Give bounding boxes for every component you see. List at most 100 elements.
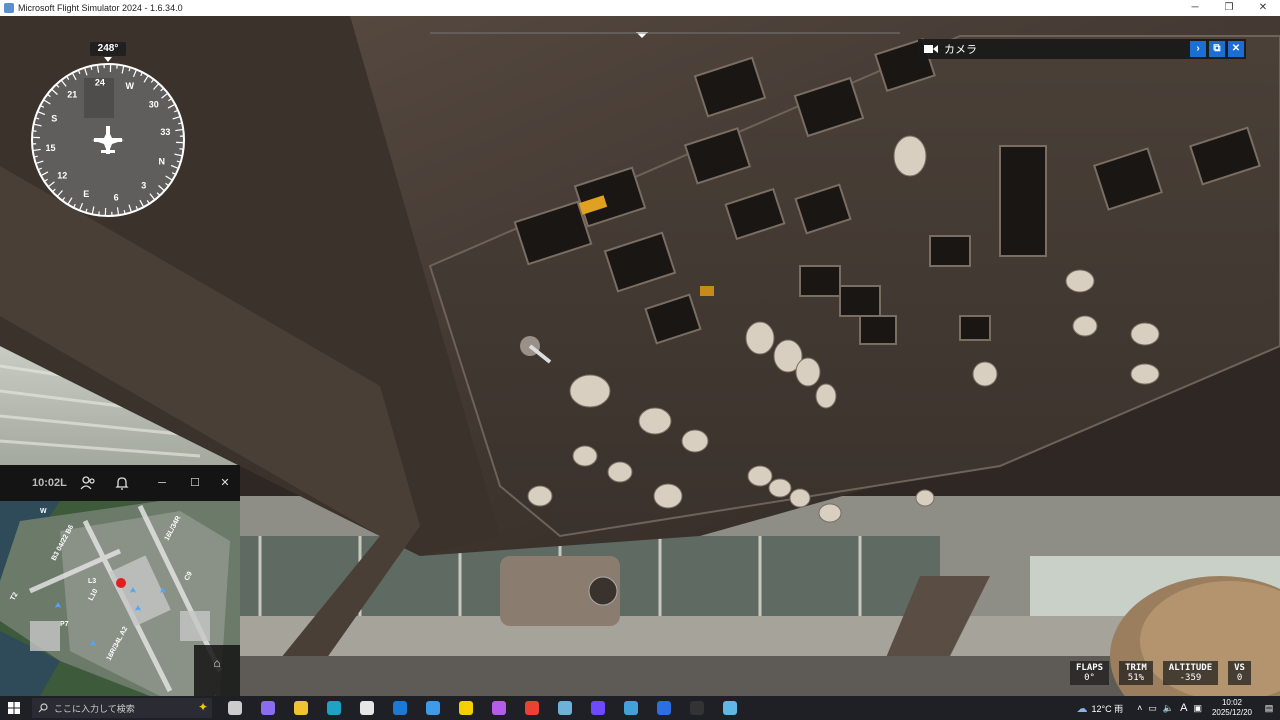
notification-icon[interactable]: ▤ [1258, 703, 1280, 714]
compass-label: 24 [95, 78, 105, 88]
taskbar-app-store[interactable] [350, 696, 383, 720]
globe-icon [623, 701, 638, 715]
readout-vs: VS 0 [1228, 661, 1251, 685]
map-label: W [40, 508, 47, 515]
taskbar-search[interactable]: ここに入力して検索 ✦ [32, 698, 212, 718]
map-layers-button[interactable]: ≋ [194, 681, 240, 696]
taskbar-app-copilot-2[interactable] [482, 696, 515, 720]
close-button[interactable]: ✕ [1246, 0, 1280, 16]
windows-icon [8, 702, 20, 714]
compass-label: W [125, 81, 134, 91]
recorder-icon [689, 701, 704, 715]
tray-chevron-icon[interactable]: ˄ [1137, 703, 1142, 713]
ime-indicator[interactable]: A [1180, 702, 1187, 714]
map-time: 10:02L [32, 477, 67, 489]
map-panel: 10:02L ─ ☐ ✕ W 16L/34R C9 L10 B3 04/22 B… [0, 465, 240, 696]
network-icon[interactable]: ▭ [1148, 703, 1157, 714]
start-button[interactable] [0, 696, 28, 720]
volume-icon[interactable]: 🔈 [1163, 703, 1174, 714]
clock[interactable]: 10:02 2025/12/20 [1212, 698, 1252, 718]
readout-flaps: FLAPS 0° [1070, 661, 1110, 685]
map-tools: ⌂ ≋ [194, 645, 240, 696]
books-icon [656, 701, 671, 715]
task-view-icon [227, 701, 242, 715]
weather-icon: ☁ [1076, 702, 1088, 715]
taskbar-app-msfs[interactable] [548, 696, 581, 720]
compass-rose: 24 W 30 33 N 3 6 E 12 15 S 21 [31, 63, 185, 217]
search-icon [38, 703, 48, 713]
compass-label: 15 [46, 143, 56, 153]
search-placeholder: ここに入力して検索 [54, 703, 135, 714]
map-minimize-button[interactable]: ─ [154, 475, 170, 491]
camera-panel-controls: › ⧉ ✕ [1190, 41, 1244, 57]
readout-value: 0° [1084, 673, 1095, 683]
compass-label: S [51, 113, 57, 123]
taskbar-app-books[interactable] [647, 696, 680, 720]
camera-popout-button[interactable]: ⧉ [1209, 41, 1225, 57]
map-maximize-button[interactable]: ☐ [187, 475, 203, 491]
flight-readouts: FLAPS 0° TRIM 51% ALTITUDE -359 VS 0 [1070, 661, 1251, 685]
title-bar: Microsoft Flight Simulator 2024 - 1.6.34… [0, 0, 1280, 16]
clock-date: 2025/12/20 [1211, 708, 1252, 717]
taskbar-app-recorder[interactable] [680, 696, 713, 720]
heading-readout: 248° [90, 42, 126, 56]
copilot-icon [260, 701, 275, 715]
compass-label: 30 [149, 99, 159, 109]
clock-time: 10:02 [1221, 698, 1242, 707]
store-icon [359, 701, 374, 715]
taskbar-app-explorer[interactable] [284, 696, 317, 720]
taskbar-app-outlook[interactable] [383, 696, 416, 720]
compass-label: 6 [114, 192, 119, 202]
bell-icon[interactable] [114, 475, 130, 491]
taskbar-app-edge[interactable] [317, 696, 350, 720]
people-icon[interactable] [80, 475, 96, 491]
edge-icon [326, 701, 341, 715]
outlook-icon [392, 701, 407, 715]
compass-label: 3 [141, 181, 146, 191]
copilot-2-icon [491, 701, 506, 715]
airport-map[interactable]: W 16L/34R C9 L10 B3 04/22 B6 16R/34L A2 P7 L3 T2… [0, 501, 240, 696]
readout-value: -359 [1179, 673, 1202, 683]
restore-button[interactable]: ❐ [1212, 0, 1246, 16]
weather-text[interactable]: 12°C 雨 [1091, 702, 1123, 715]
readout-label: FLAPS [1076, 663, 1104, 673]
window-title: Microsoft Flight Simulator 2024 - 1.6.34… [18, 3, 183, 13]
msfs-2-icon [722, 701, 737, 715]
camera-icon [924, 45, 938, 53]
compass-label: E [83, 189, 89, 199]
compass-top-marker [104, 57, 112, 62]
system-tray: ☁ 12°C 雨 ˄ ▭ 🔈 A ▣ 10:02 2025/12/20 ▤ [1076, 696, 1280, 720]
chrome-icon [524, 701, 539, 715]
taskbar-app-photos[interactable] [416, 696, 449, 720]
app-icon [4, 3, 14, 13]
taskbar-app-chrome[interactable] [515, 696, 548, 720]
compass-label: N [159, 157, 166, 167]
map-airport-button[interactable]: ⌂ [194, 645, 240, 681]
map-label: P7 [60, 621, 69, 628]
minimize-button[interactable]: ─ [1178, 0, 1212, 16]
compass-label: 12 [57, 171, 67, 181]
taskbar: ここに入力して検索 ✦ ☁ 12°C 雨 ˄ ▭ 🔈 A ▣ 10:02 202… [0, 696, 1280, 720]
camera-expand-button[interactable]: › [1190, 41, 1206, 57]
window-controls: ─ ❐ ✕ [1178, 0, 1280, 16]
ime-mode-icon[interactable]: ▣ [1193, 703, 1202, 714]
photos-icon [425, 701, 440, 715]
taskbar-app-sticky[interactable] [449, 696, 482, 720]
taskbar-app-proton[interactable] [581, 696, 614, 720]
taskbar-app-msfs-2[interactable] [713, 696, 746, 720]
readout-label: TRIM [1125, 663, 1147, 673]
map-close-button[interactable]: ✕ [217, 475, 233, 491]
readout-label: ALTITUDE [1168, 663, 1213, 673]
taskbar-app-copilot[interactable] [251, 696, 284, 720]
taskbar-apps [218, 696, 746, 720]
readout-value: 51% [1127, 673, 1145, 683]
readout-altitude: ALTITUDE -359 [1162, 661, 1219, 685]
sparkle-icon: ✦ [197, 700, 208, 714]
taskbar-app-task-view[interactable] [218, 696, 251, 720]
map-panel-header: 10:02L ─ ☐ ✕ [0, 465, 240, 501]
proton-icon [590, 701, 605, 715]
camera-panel: カメラ › ⧉ ✕ [918, 39, 1246, 59]
readout-value: 0 [1236, 673, 1243, 683]
camera-close-button[interactable]: ✕ [1228, 41, 1244, 57]
taskbar-app-globe[interactable] [614, 696, 647, 720]
